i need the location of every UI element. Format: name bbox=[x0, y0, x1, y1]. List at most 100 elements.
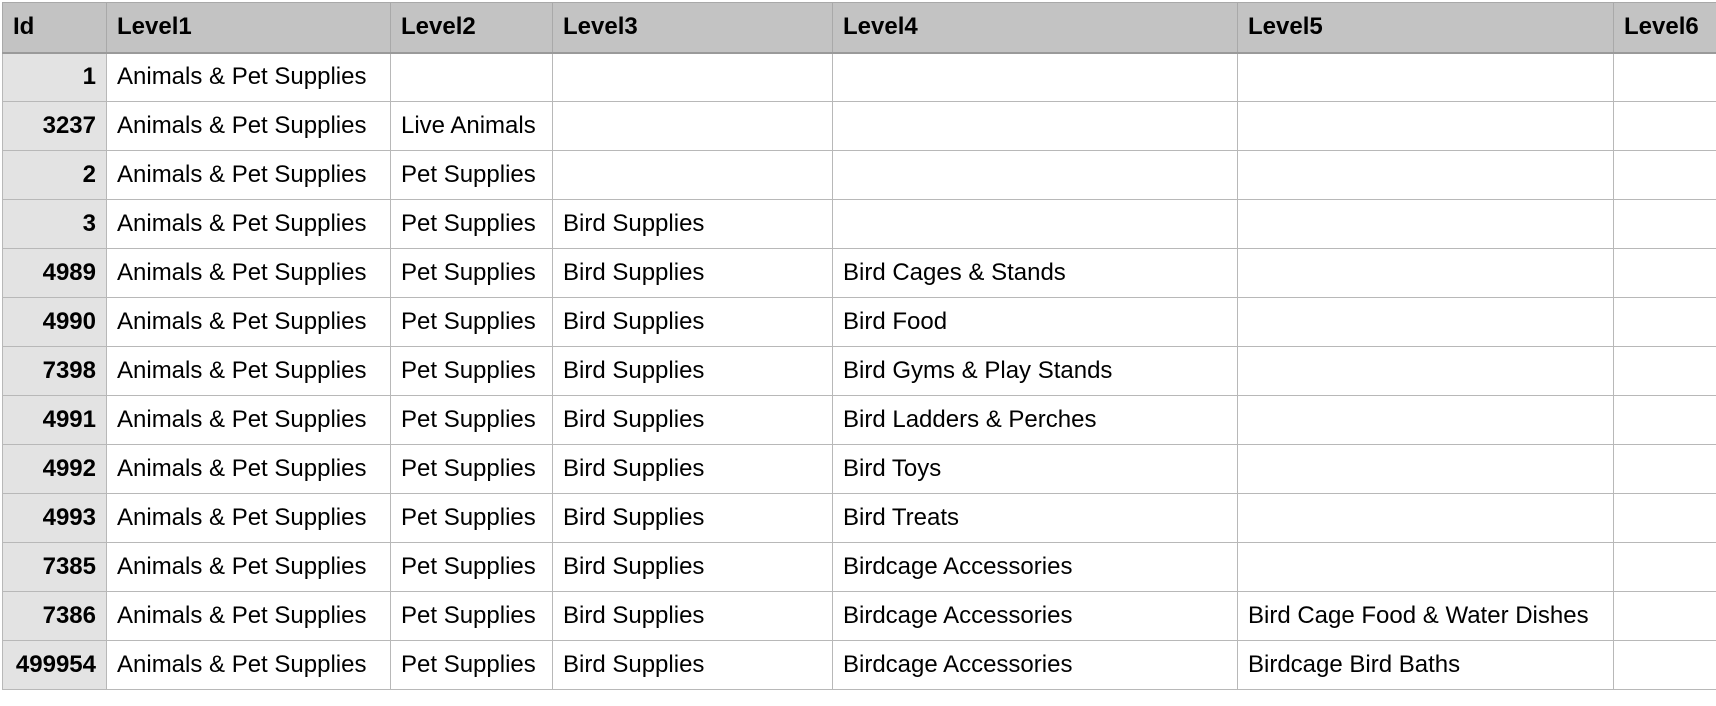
cell-level2[interactable]: Pet Supplies bbox=[390, 640, 553, 690]
row-id-cell[interactable]: 7386 bbox=[2, 591, 107, 641]
cell-level2[interactable]: Live Animals bbox=[390, 101, 553, 151]
cell-level1[interactable]: Animals & Pet Supplies bbox=[106, 395, 391, 445]
cell-level1[interactable]: Animals & Pet Supplies bbox=[106, 52, 391, 102]
cell-level1[interactable]: Animals & Pet Supplies bbox=[106, 591, 391, 641]
cell-level3[interactable] bbox=[552, 101, 833, 151]
cell-level5[interactable] bbox=[1237, 395, 1614, 445]
row-id-cell[interactable]: 4989 bbox=[2, 248, 107, 298]
cell-level4[interactable]: Birdcage Accessories bbox=[832, 542, 1238, 592]
cell-level2[interactable]: Pet Supplies bbox=[390, 493, 553, 543]
cell-level4[interactable]: Birdcage Accessories bbox=[832, 591, 1238, 641]
column-header-id[interactable]: Id bbox=[2, 2, 107, 54]
cell-level6[interactable] bbox=[1613, 542, 1716, 592]
row-id-cell[interactable]: 7385 bbox=[2, 542, 107, 592]
cell-level5[interactable] bbox=[1237, 248, 1614, 298]
cell-level3[interactable] bbox=[552, 150, 833, 200]
row-id-cell[interactable]: 3237 bbox=[2, 101, 107, 151]
cell-level6[interactable] bbox=[1613, 640, 1716, 690]
cell-level6[interactable] bbox=[1613, 444, 1716, 494]
cell-level4[interactable]: Bird Food bbox=[832, 297, 1238, 347]
cell-level1[interactable]: Animals & Pet Supplies bbox=[106, 101, 391, 151]
cell-level5[interactable] bbox=[1237, 346, 1614, 396]
cell-level1[interactable]: Animals & Pet Supplies bbox=[106, 542, 391, 592]
cell-level6[interactable] bbox=[1613, 297, 1716, 347]
cell-level6[interactable] bbox=[1613, 248, 1716, 298]
cell-level2[interactable]: Pet Supplies bbox=[390, 591, 553, 641]
cell-level6[interactable] bbox=[1613, 591, 1716, 641]
row-id-cell[interactable]: 4993 bbox=[2, 493, 107, 543]
cell-level2[interactable]: Pet Supplies bbox=[390, 150, 553, 200]
cell-level5[interactable] bbox=[1237, 297, 1614, 347]
cell-level4[interactable]: Bird Ladders & Perches bbox=[832, 395, 1238, 445]
cell-level5[interactable] bbox=[1237, 150, 1614, 200]
cell-level6[interactable] bbox=[1613, 395, 1716, 445]
cell-level3[interactable]: Bird Supplies bbox=[552, 248, 833, 298]
cell-level4[interactable] bbox=[832, 150, 1238, 200]
cell-level1[interactable]: Animals & Pet Supplies bbox=[106, 640, 391, 690]
column-header-level5[interactable]: Level5 bbox=[1237, 2, 1614, 54]
cell-level5[interactable] bbox=[1237, 542, 1614, 592]
row-id-cell[interactable]: 1 bbox=[2, 52, 107, 102]
cell-level4[interactable]: Bird Toys bbox=[832, 444, 1238, 494]
row-id-cell[interactable]: 7398 bbox=[2, 346, 107, 396]
cell-level4[interactable]: Bird Treats bbox=[832, 493, 1238, 543]
cell-level1[interactable]: Animals & Pet Supplies bbox=[106, 297, 391, 347]
spreadsheet-view: Id Level1 Level2 Level3 Level4 Level5 Le… bbox=[0, 0, 1716, 706]
cell-level5[interactable]: Bird Cage Food & Water Dishes bbox=[1237, 591, 1614, 641]
cell-level5[interactable] bbox=[1237, 199, 1614, 249]
header-row: Id Level1 Level2 Level3 Level4 Level5 Le… bbox=[2, 2, 1716, 54]
row-id-cell[interactable]: 4991 bbox=[2, 395, 107, 445]
cell-level3[interactable]: Bird Supplies bbox=[552, 395, 833, 445]
cell-level2[interactable]: Pet Supplies bbox=[390, 444, 553, 494]
cell-level1[interactable]: Animals & Pet Supplies bbox=[106, 444, 391, 494]
cell-level2[interactable]: Pet Supplies bbox=[390, 199, 553, 249]
cell-level4[interactable] bbox=[832, 199, 1238, 249]
column-header-level2[interactable]: Level2 bbox=[390, 2, 553, 54]
cell-level3[interactable] bbox=[552, 52, 833, 102]
column-header-level4[interactable]: Level4 bbox=[832, 2, 1238, 54]
cell-level1[interactable]: Animals & Pet Supplies bbox=[106, 346, 391, 396]
cell-level3[interactable]: Bird Supplies bbox=[552, 297, 833, 347]
row-id-cell[interactable]: 4990 bbox=[2, 297, 107, 347]
cell-level5[interactable] bbox=[1237, 101, 1614, 151]
row-id-cell[interactable]: 4992 bbox=[2, 444, 107, 494]
cell-level3[interactable]: Bird Supplies bbox=[552, 591, 833, 641]
cell-level3[interactable]: Bird Supplies bbox=[552, 542, 833, 592]
cell-level3[interactable]: Bird Supplies bbox=[552, 199, 833, 249]
row-id-cell[interactable]: 499954 bbox=[2, 640, 107, 690]
cell-level6[interactable] bbox=[1613, 346, 1716, 396]
cell-level3[interactable]: Bird Supplies bbox=[552, 640, 833, 690]
cell-level3[interactable]: Bird Supplies bbox=[552, 493, 833, 543]
cell-level6[interactable] bbox=[1613, 199, 1716, 249]
cell-level4[interactable]: Birdcage Accessories bbox=[832, 640, 1238, 690]
column-header-level3[interactable]: Level3 bbox=[552, 2, 833, 54]
row-id-cell[interactable]: 2 bbox=[2, 150, 107, 200]
cell-level6[interactable] bbox=[1613, 493, 1716, 543]
cell-level4[interactable]: Bird Gyms & Play Stands bbox=[832, 346, 1238, 396]
cell-level1[interactable]: Animals & Pet Supplies bbox=[106, 150, 391, 200]
cell-level5[interactable] bbox=[1237, 444, 1614, 494]
cell-level4[interactable] bbox=[832, 52, 1238, 102]
cell-level1[interactable]: Animals & Pet Supplies bbox=[106, 199, 391, 249]
cell-level2[interactable]: Pet Supplies bbox=[390, 248, 553, 298]
cell-level2[interactable]: Pet Supplies bbox=[390, 297, 553, 347]
cell-level5[interactable]: Birdcage Bird Baths bbox=[1237, 640, 1614, 690]
row-id-cell[interactable]: 3 bbox=[2, 199, 107, 249]
cell-level6[interactable] bbox=[1613, 101, 1716, 151]
cell-level6[interactable] bbox=[1613, 150, 1716, 200]
cell-level1[interactable]: Animals & Pet Supplies bbox=[106, 248, 391, 298]
cell-level5[interactable] bbox=[1237, 52, 1614, 102]
cell-level2[interactable]: Pet Supplies bbox=[390, 542, 553, 592]
column-header-level6[interactable]: Level6 bbox=[1613, 2, 1716, 54]
cell-level3[interactable]: Bird Supplies bbox=[552, 346, 833, 396]
cell-level4[interactable] bbox=[832, 101, 1238, 151]
cell-level6[interactable] bbox=[1613, 52, 1716, 102]
column-header-level1[interactable]: Level1 bbox=[106, 2, 391, 54]
cell-level2[interactable]: Pet Supplies bbox=[390, 346, 553, 396]
cell-level2[interactable]: Pet Supplies bbox=[390, 395, 553, 445]
cell-level5[interactable] bbox=[1237, 493, 1614, 543]
cell-level4[interactable]: Bird Cages & Stands bbox=[832, 248, 1238, 298]
cell-level2[interactable] bbox=[390, 52, 553, 102]
cell-level1[interactable]: Animals & Pet Supplies bbox=[106, 493, 391, 543]
cell-level3[interactable]: Bird Supplies bbox=[552, 444, 833, 494]
